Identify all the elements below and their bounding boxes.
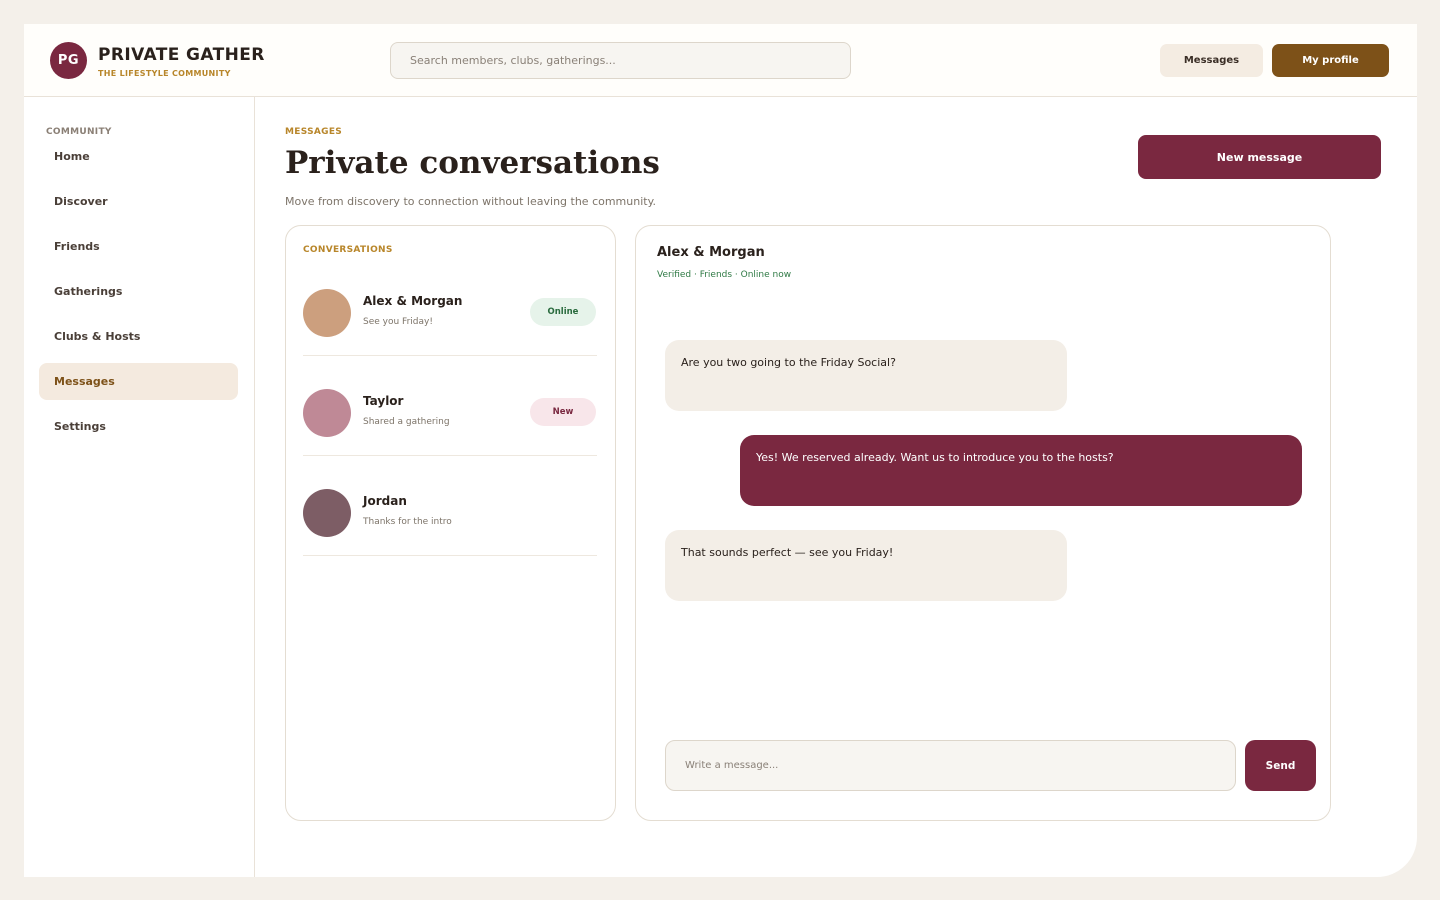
search-input[interactable] xyxy=(390,42,851,79)
sidebar-section-title: COMMUNITY xyxy=(46,127,112,137)
brand-tagline: THE LIFESTYLE COMMUNITY xyxy=(98,69,231,78)
sidebar: COMMUNITY Home Discover Friends Gatherin… xyxy=(24,97,255,877)
conversation-preview: Thanks for the intro xyxy=(363,517,452,527)
sidebar-item-label: Clubs & Hosts xyxy=(54,330,141,343)
new-badge: New xyxy=(530,398,596,426)
sidebar-item-label: Discover xyxy=(54,195,108,208)
sidebar-item-friends[interactable]: Friends xyxy=(39,228,238,265)
conversation-preview: See you Friday! xyxy=(363,317,433,327)
send-button[interactable]: Send xyxy=(1245,740,1316,791)
conversation-name: Alex & Morgan xyxy=(363,294,463,308)
online-badge: Online xyxy=(530,298,596,326)
avatar xyxy=(303,289,351,337)
avatar xyxy=(303,489,351,537)
sidebar-item-label: Gatherings xyxy=(54,285,123,298)
my-profile-button[interactable]: My profile xyxy=(1272,44,1389,77)
message-thread-panel: Alex & Morgan Verified · Friends · Onlin… xyxy=(635,225,1331,821)
app-window: PG PRIVATE GATHER THE LIFESTYLE COMMUNIT… xyxy=(24,24,1417,877)
message-bubble-outgoing: Yes! We reserved already. Want us to int… xyxy=(740,435,1302,506)
new-message-button[interactable]: New message xyxy=(1138,135,1381,179)
conversation-preview: Shared a gathering xyxy=(363,417,450,427)
message-bubble-incoming: That sounds perfect — see you Friday! xyxy=(665,530,1067,601)
conversation-item-jordan[interactable]: Jordan Thanks for the intro xyxy=(303,456,597,556)
conversation-item-taylor[interactable]: Taylor Shared a gathering New xyxy=(303,356,597,456)
page-title: Private conversations xyxy=(285,145,660,181)
sidebar-item-clubs-hosts[interactable]: Clubs & Hosts xyxy=(39,318,238,355)
brand-name: PRIVATE GATHER xyxy=(98,45,265,65)
thread-status: Verified · Friends · Online now xyxy=(657,270,792,280)
conversation-name: Taylor xyxy=(363,394,404,408)
message-compose-input[interactable] xyxy=(665,740,1236,791)
sidebar-item-discover[interactable]: Discover xyxy=(39,183,238,220)
conversation-item-alex-morgan[interactable]: Alex & Morgan See you Friday! Online xyxy=(303,256,597,356)
thread-title: Alex & Morgan xyxy=(657,245,765,260)
header-messages-button[interactable]: Messages xyxy=(1160,44,1263,77)
sidebar-item-home[interactable]: Home xyxy=(39,138,238,175)
page-eyebrow: MESSAGES xyxy=(285,127,343,137)
page-subtitle: Move from discovery to connection withou… xyxy=(285,195,657,208)
sidebar-item-gatherings[interactable]: Gatherings xyxy=(39,273,238,310)
conversation-list-panel: CONVERSATIONS Alex & Morgan See you Frid… xyxy=(285,225,616,821)
conversation-name: Jordan xyxy=(363,494,407,508)
sidebar-item-messages[interactable]: Messages xyxy=(39,363,238,400)
sidebar-item-label: Settings xyxy=(54,420,106,433)
sidebar-item-label: Friends xyxy=(54,240,100,253)
top-header: PG PRIVATE GATHER THE LIFESTYLE COMMUNIT… xyxy=(24,24,1417,97)
sidebar-item-settings[interactable]: Settings xyxy=(39,408,238,445)
avatar xyxy=(303,389,351,437)
sidebar-item-label: Messages xyxy=(54,375,115,388)
sidebar-item-label: Home xyxy=(54,150,90,163)
conversations-heading: CONVERSATIONS xyxy=(303,245,393,255)
logo-badge: PG xyxy=(50,42,87,79)
message-bubble-incoming: Are you two going to the Friday Social? xyxy=(665,340,1067,411)
